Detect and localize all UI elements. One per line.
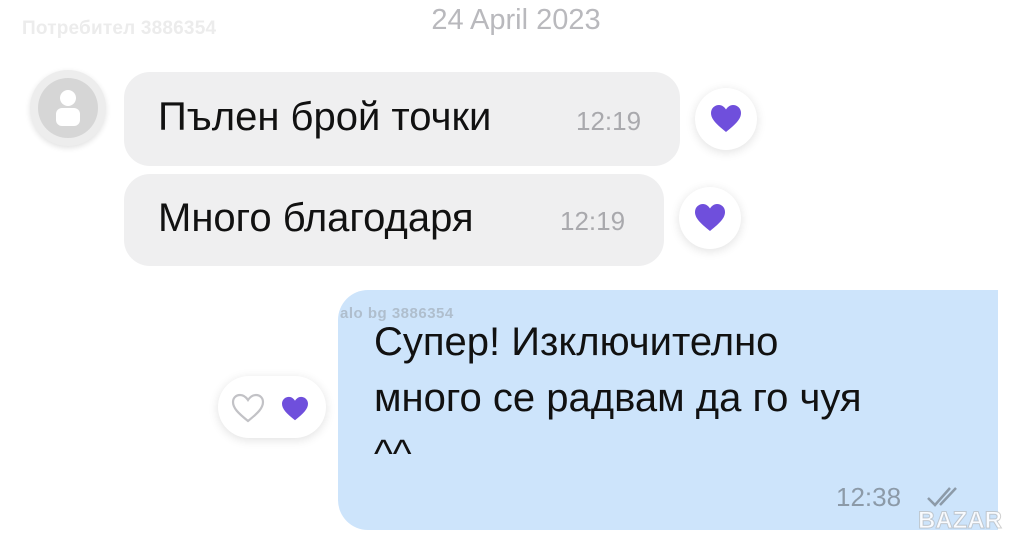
message-line: много се радвам да го чуя bbox=[374, 376, 862, 420]
message-reactions[interactable] bbox=[218, 376, 326, 438]
user-placeholder-icon bbox=[38, 78, 98, 138]
purple-heart-icon bbox=[282, 396, 308, 421]
svg-text:BAZAR: BAZAR bbox=[918, 507, 1002, 534]
message-text: Супер! Изключително много се радвам да г… bbox=[374, 314, 862, 482]
incoming-message-bubble[interactable]: Много благодаря 12:19 bbox=[124, 174, 664, 266]
message-text: Пълен брой точки bbox=[158, 95, 492, 139]
message-time: 12:38 bbox=[836, 482, 902, 512]
message-time: 12:19 bbox=[576, 106, 642, 136]
outgoing-message-bubble[interactable]: Супер! Изключително много се радвам да г… bbox=[338, 290, 998, 530]
avatar[interactable] bbox=[30, 70, 106, 146]
message-line: ^^ bbox=[374, 432, 412, 476]
date-header: 24 April 2023 bbox=[431, 4, 601, 36]
heart-outline-icon[interactable] bbox=[230, 392, 266, 424]
bazar-logo: BAZAR bbox=[918, 507, 1003, 535]
incoming-message-bubble[interactable]: Пълен брой точки 12:19 bbox=[124, 72, 680, 166]
watermark-text: alo bg 3886354 bbox=[340, 305, 454, 322]
purple-heart-icon bbox=[695, 204, 725, 231]
message-time: 12:19 bbox=[560, 206, 626, 236]
message-reaction[interactable] bbox=[695, 88, 757, 150]
message-reaction[interactable] bbox=[679, 187, 741, 249]
message-line: Супер! Изключително bbox=[374, 320, 779, 364]
message-text: Много благодаря bbox=[158, 196, 474, 240]
purple-heart-icon bbox=[711, 105, 741, 132]
